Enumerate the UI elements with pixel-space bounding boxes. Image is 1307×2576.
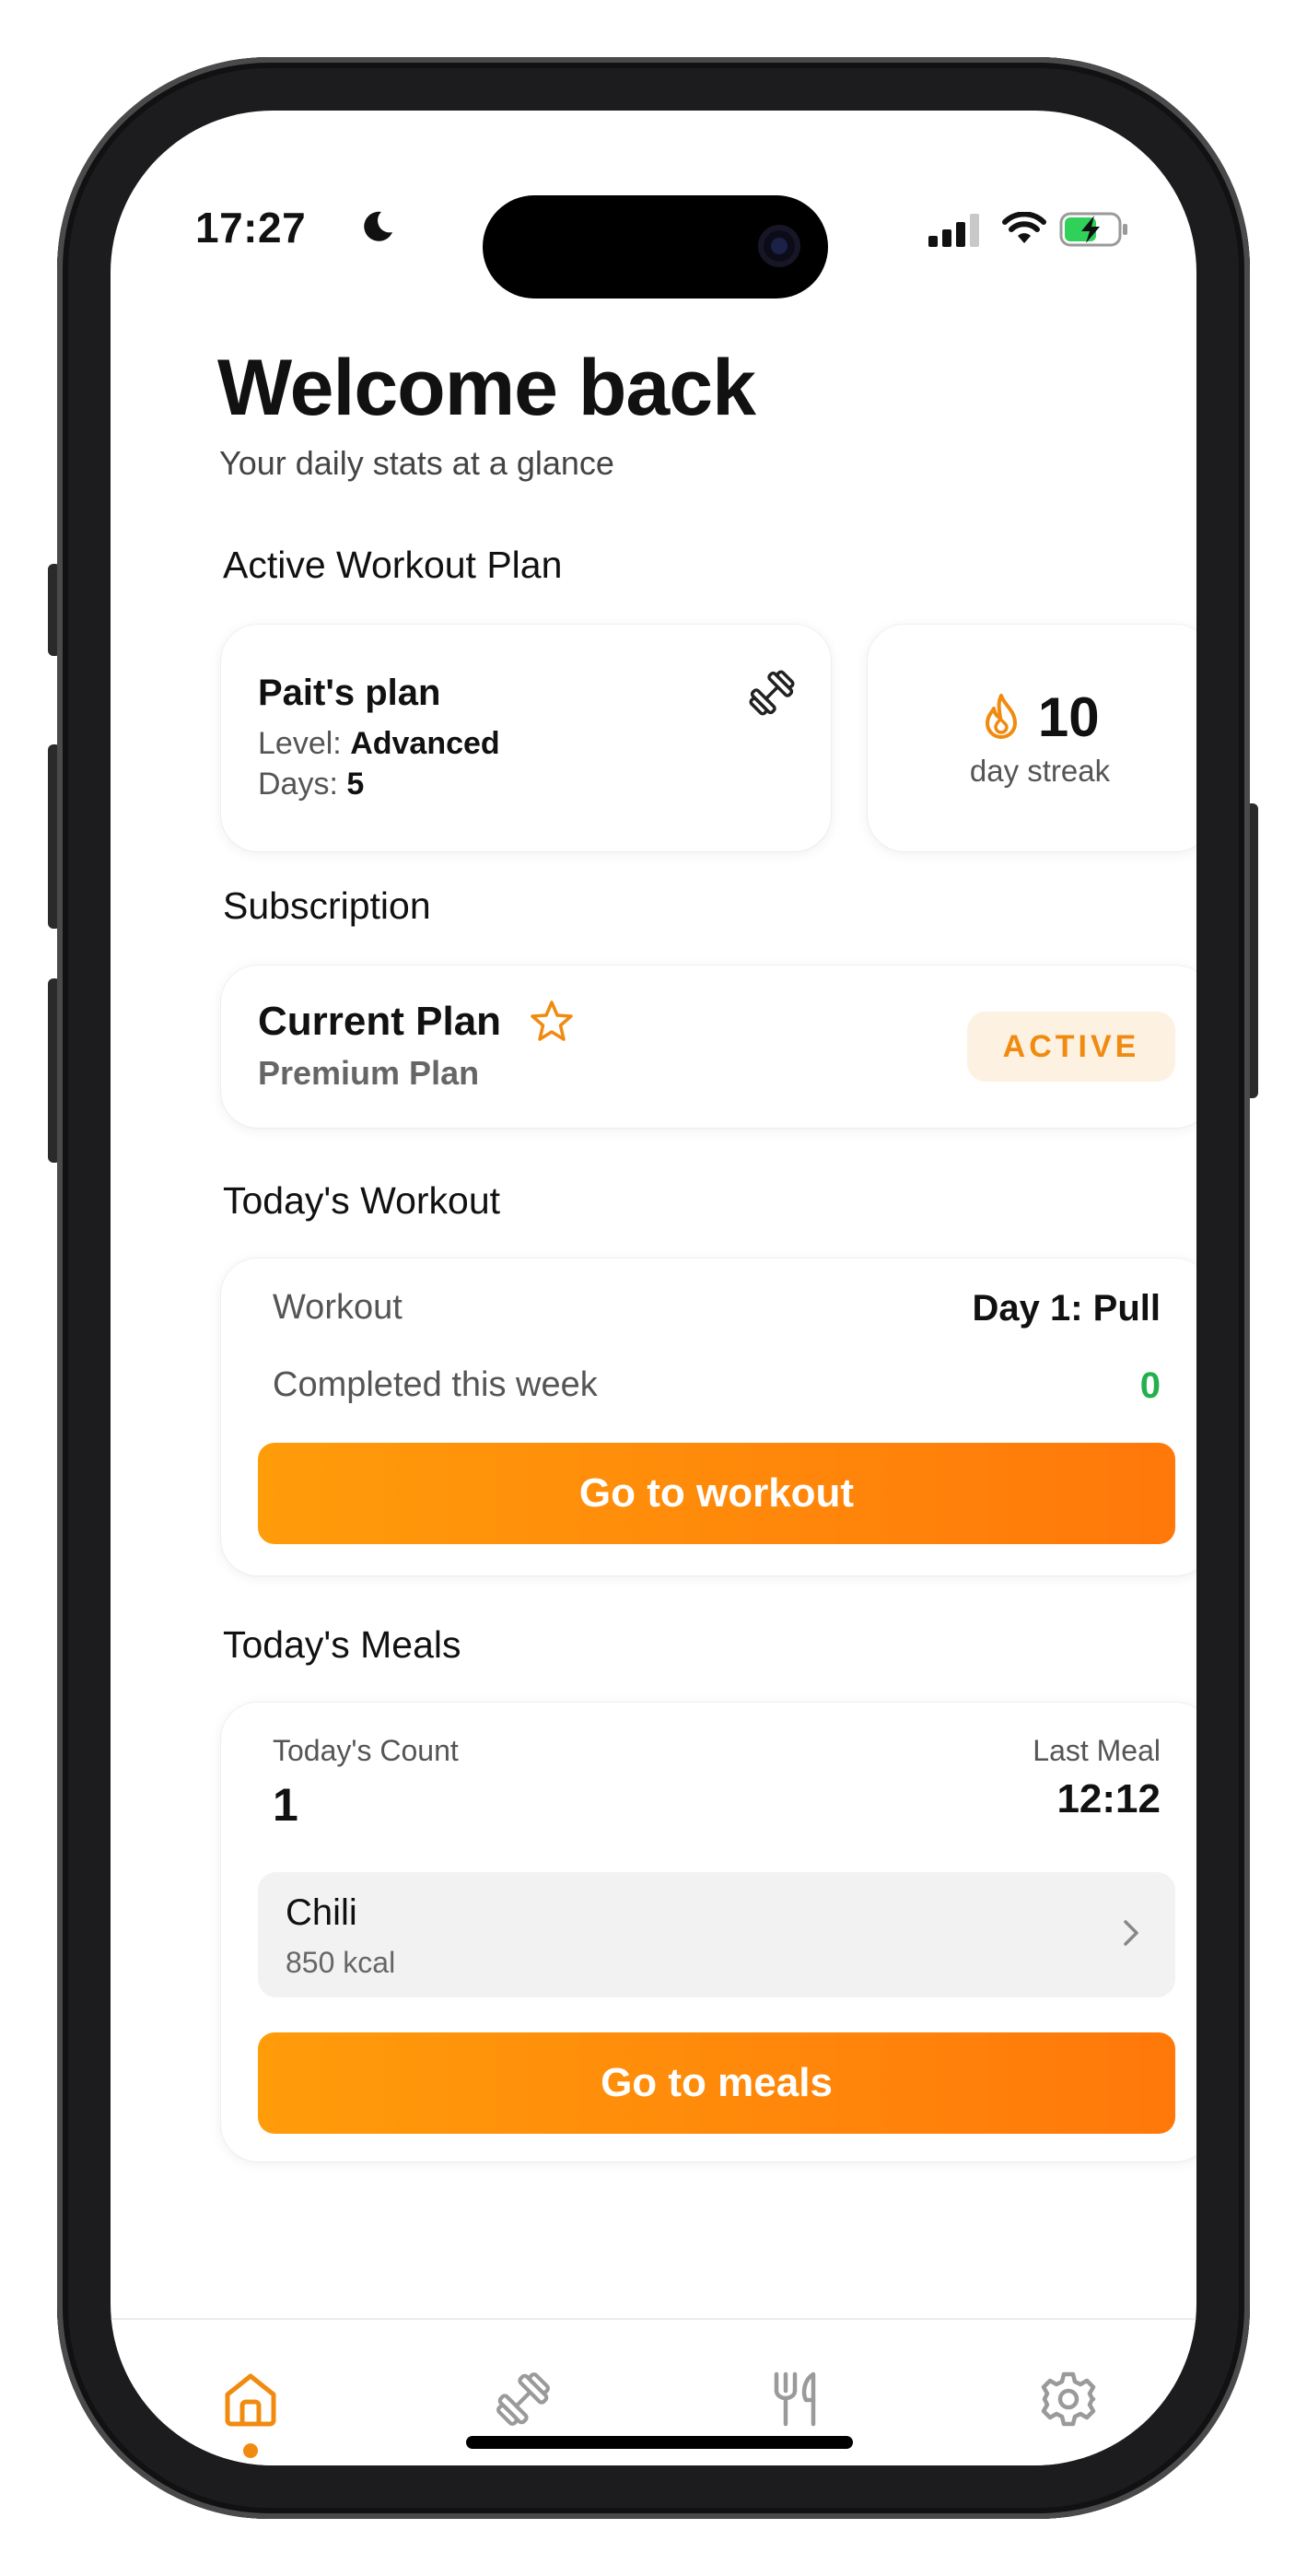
subscription-plan-name: Premium Plan [258,1054,480,1092]
completed-value: 0 [1139,1365,1161,1406]
tab-workouts[interactable] [486,2362,560,2436]
streak-card: 10 day streak [868,625,1196,851]
meal-list-item[interactable]: Chili 850 kcal [258,1872,1175,1997]
go-to-meals-button[interactable]: Go to meals [258,2032,1175,2134]
dynamic-island [483,195,828,299]
wifi-icon [1002,212,1046,243]
meal-item-kcal: 850 kcal [286,1946,396,1979]
dumbbell-icon [496,2372,550,2426]
home-icon [225,2373,276,2427]
active-plan-card[interactable]: Pait's plan Level: Advanced Days: 5 [221,625,831,851]
plan-name: Pait's plan [258,673,441,713]
meal-item-name: Chili [286,1892,357,1933]
star-icon [531,1001,573,1041]
active-tab-indicator [243,2443,258,2458]
chevron-right-icon [1124,1920,1138,1946]
plan-days-label: Days: [258,767,338,802]
gear-icon [1041,2371,1096,2427]
completed-label: Completed this week [273,1365,598,1404]
section-title-meals: Today's Meals [223,1623,461,1666]
last-meal-value: 12:12 [1056,1776,1161,1821]
todays-count-value: 1 [273,1779,298,1831]
moon-icon [364,211,392,241]
phone-frame: 17:27 Welcome back Your daily stats at a… [57,57,1250,2519]
status-time: 17:27 [195,204,307,252]
workout-value: Day 1: Pull [972,1288,1161,1329]
streak-row: 10 [868,685,1196,749]
tab-settings[interactable] [1032,2362,1105,2436]
signal-icon [928,214,979,247]
go-to-workout-button[interactable]: Go to workout [258,1443,1175,1544]
battery-icon [1059,212,1127,247]
subscription-title: Current Plan [258,999,502,1044]
fork-knife-icon [774,2371,816,2427]
page-title: Welcome back [217,344,756,432]
tab-home[interactable] [214,2362,287,2436]
workout-label: Workout [273,1288,403,1327]
dumbbell-icon [749,670,795,716]
todays-count-label: Today's Count [273,1734,459,1767]
subscription-card[interactable]: Current Plan Premium Plan ACTIVE [221,966,1196,1128]
plan-days: Days: 5 [258,767,364,802]
workout-card: Workout Day 1: Pull Completed this week … [221,1259,1196,1575]
plan-level-label: Level: [258,726,342,761]
meals-card: Today's Count 1 Last Meal 12:12 Chili 85… [221,1703,1196,2161]
section-title-workout: Today's Workout [223,1179,501,1222]
flame-icon [986,693,1018,739]
section-title-active-plan: Active Workout Plan [223,544,563,586]
last-meal-label: Last Meal [1033,1734,1161,1767]
status-badge: ACTIVE [967,1012,1175,1082]
plan-level: Level: Advanced [258,726,500,762]
tab-meals[interactable] [759,2362,833,2436]
streak-label: day streak [969,754,1111,788]
app-screen: 17:27 Welcome back Your daily stats at a… [111,111,1196,2465]
streak-value: 10 [1037,686,1100,748]
section-title-subscription: Subscription [223,884,431,927]
page-subtitle: Your daily stats at a glance [219,444,614,482]
home-indicator[interactable] [466,2436,853,2449]
plan-level-value: Advanced [350,726,500,761]
plan-days-value: 5 [346,767,365,802]
